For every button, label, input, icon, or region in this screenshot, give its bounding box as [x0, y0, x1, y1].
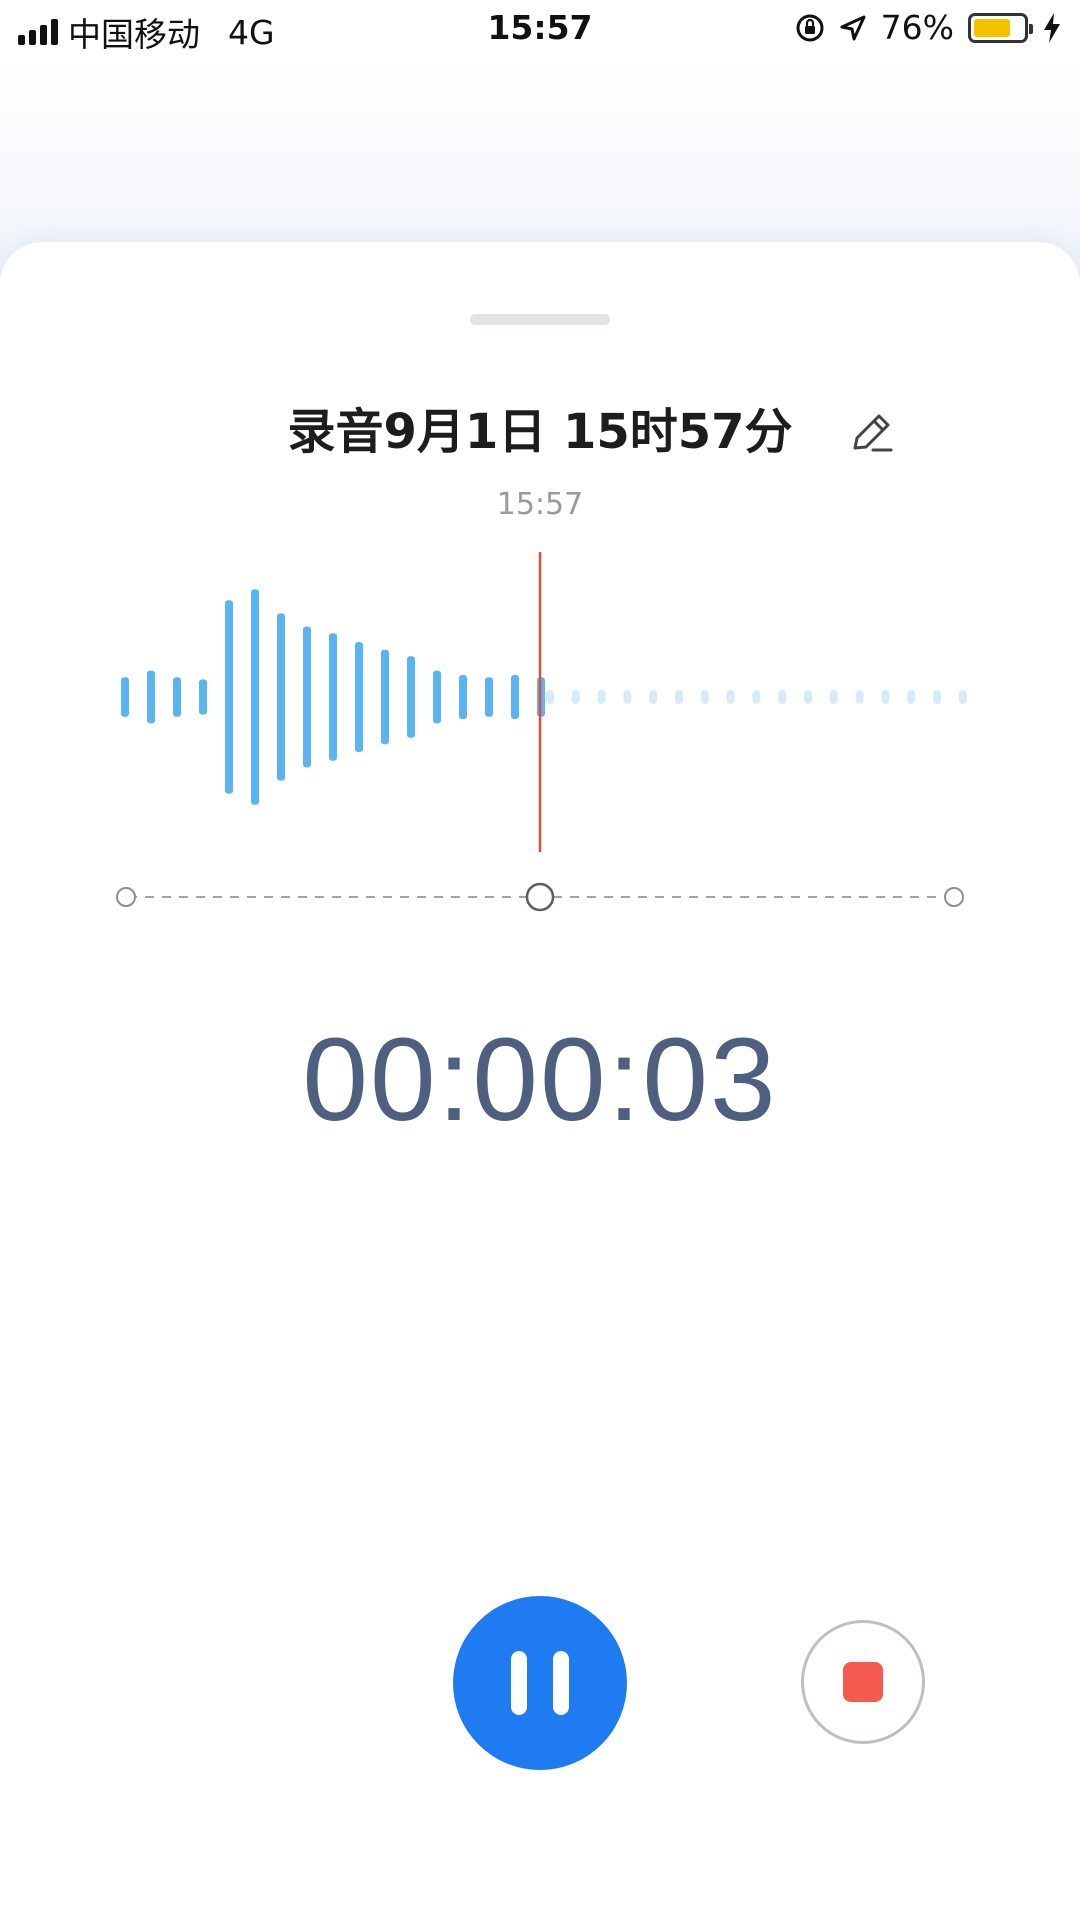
- status-bar: 中国移动 4G 15:57 76%: [0, 0, 1080, 60]
- sheet-drag-handle[interactable]: [470, 314, 610, 325]
- timeline-end-marker: [944, 887, 964, 907]
- waveform-pending-dot: [571, 690, 580, 704]
- waveform-bar: [225, 600, 233, 794]
- waveform-bar: [303, 626, 311, 768]
- pause-icon-bar-right: [553, 1651, 569, 1715]
- waveform-pending-dot: [546, 690, 554, 704]
- waveform-bar: [511, 675, 519, 719]
- waveform: [121, 552, 967, 852]
- elapsed-timer: 00:00:03: [302, 1014, 778, 1146]
- waveform-bar: [199, 679, 207, 715]
- waveform-pending-dot: [907, 690, 916, 704]
- battery-percent: 76%: [880, 8, 954, 47]
- waveform-bar: [121, 677, 129, 717]
- waveform-bar: [147, 670, 155, 724]
- waveform-pending-dot: [958, 690, 967, 704]
- stop-icon: [843, 1662, 883, 1702]
- waveform-bar: [485, 677, 493, 717]
- title-row: 录音9月1日 15时57分: [0, 392, 1080, 472]
- waveform-pending-dot: [752, 690, 761, 704]
- waveform-pending-dot: [778, 690, 787, 704]
- battery-icon: [968, 12, 1033, 43]
- waveform-pending-dot: [623, 690, 632, 704]
- waveform-bar: [355, 642, 363, 752]
- waveform-bar: [173, 677, 181, 717]
- pause-button[interactable]: [453, 1596, 627, 1770]
- waveform-pending-dot: [649, 690, 658, 704]
- waveform-pending-dot: [597, 690, 606, 704]
- recording-start-time: 15:57: [496, 487, 584, 522]
- location-icon: [840, 15, 866, 40]
- edit-title-icon[interactable]: [845, 406, 899, 460]
- timeline-scrubber[interactable]: [0, 877, 1080, 917]
- waveform-pending-dot: [933, 690, 941, 704]
- recording-title[interactable]: 录音9月1日 15时57分: [0, 392, 1080, 472]
- waveform-pending-dot: [881, 690, 890, 704]
- waveform-pending-dot: [829, 690, 838, 704]
- waveform-bar: [251, 589, 259, 805]
- waveform-bar: [329, 633, 337, 761]
- battery-fill: [974, 18, 1010, 37]
- timeline-start-marker: [116, 887, 136, 907]
- charging-icon: [1044, 12, 1060, 43]
- waveform-bar: [433, 670, 441, 724]
- waveform-bar: [277, 613, 285, 781]
- waveform-pending-dot: [804, 690, 812, 704]
- waveform-bar: [459, 675, 467, 719]
- waveform-pending-dot: [726, 690, 735, 704]
- status-right: 76%: [795, 8, 1062, 47]
- waveform-pending-dot: [675, 690, 683, 704]
- stop-button[interactable]: [801, 1620, 925, 1744]
- waveform-bar: [381, 649, 389, 745]
- waveform-pending-dot: [700, 690, 709, 704]
- waveform-pending-dot: [855, 690, 864, 704]
- pause-icon-bar-left: [511, 1651, 527, 1715]
- recording-sheet: 录音9月1日 15时57分 15:57 00:00:03: [0, 242, 1080, 1921]
- orientation-lock-icon: [796, 14, 824, 41]
- waveform-bar: [407, 656, 415, 738]
- battery-nub: [1029, 23, 1033, 34]
- timeline-playhead-knob[interactable]: [525, 882, 555, 912]
